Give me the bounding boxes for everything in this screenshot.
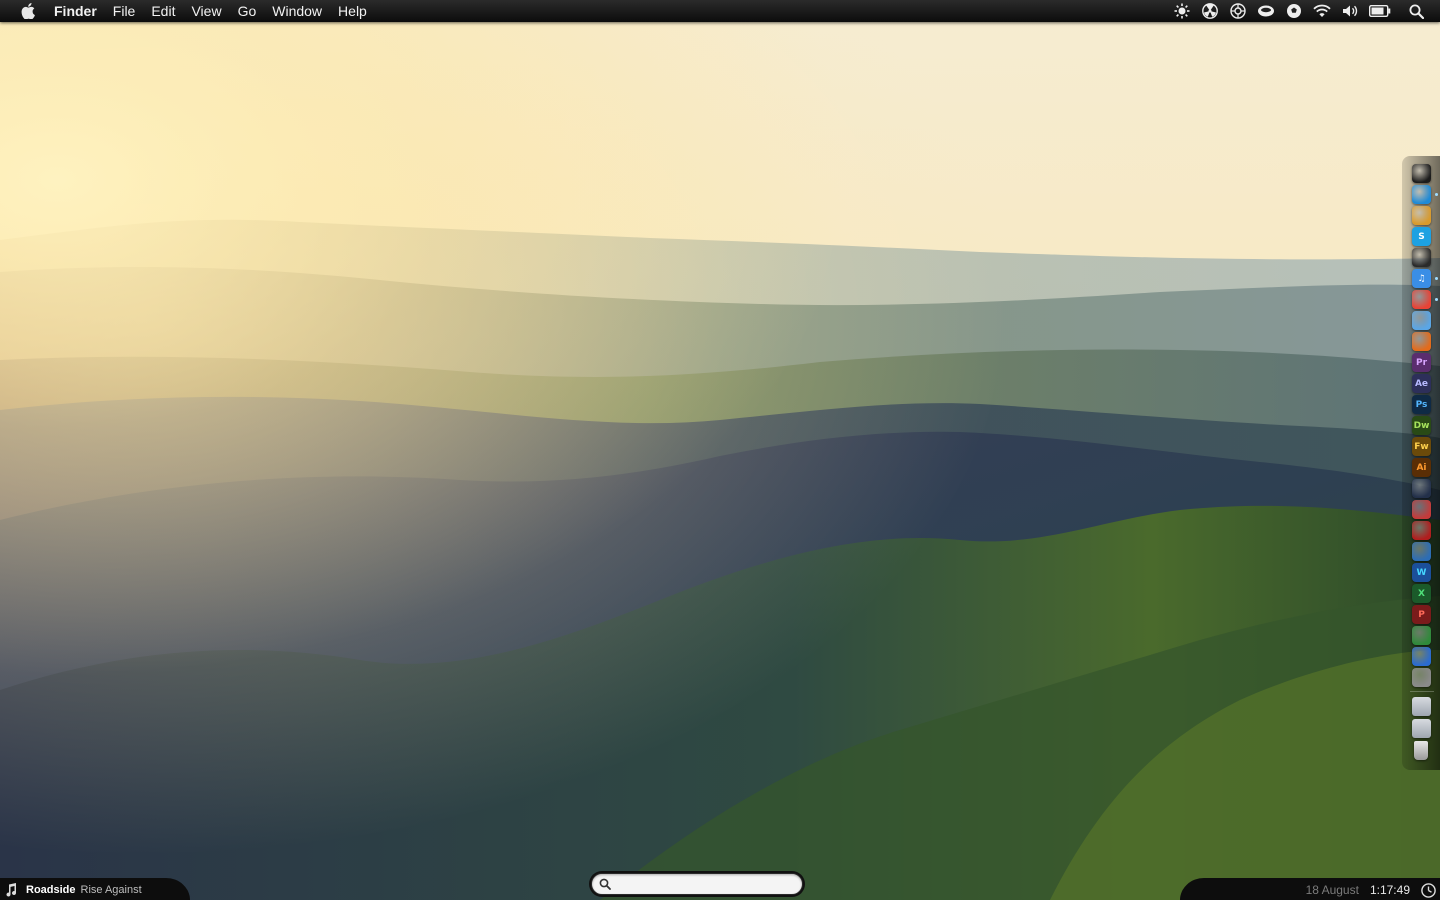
chrome-icon[interactable] xyxy=(1412,290,1431,309)
music-note-icon xyxy=(4,883,18,897)
wifi-icon[interactable] xyxy=(1312,2,1332,20)
film-reel-icon[interactable] xyxy=(1412,248,1431,267)
menu-app-finder[interactable]: Finder xyxy=(46,0,105,22)
trash-icon[interactable] xyxy=(1414,741,1428,760)
sun-icon[interactable] xyxy=(1172,2,1192,20)
now-playing-artist: Rise Against xyxy=(80,884,142,896)
word-icon[interactable]: W xyxy=(1412,563,1431,582)
football-icon[interactable] xyxy=(1284,2,1304,20)
time-label: 1:17:49 xyxy=(1369,883,1410,897)
illustrator-icon[interactable]: Ai xyxy=(1412,458,1431,477)
running-indicator xyxy=(1435,298,1438,301)
excel-icon[interactable]: X xyxy=(1412,584,1431,603)
dock-separator xyxy=(1410,691,1434,692)
running-indicator xyxy=(1435,193,1438,196)
quicktime-icon[interactable] xyxy=(1412,479,1431,498)
apple-menu-icon[interactable] xyxy=(18,1,38,21)
cloud-drive-icon[interactable] xyxy=(1256,2,1276,20)
dock: S ♫ Pr Ae Ps Dw Fw Ai W X P xyxy=(1402,156,1440,770)
now-playing[interactable]: Roadside Rise Against xyxy=(4,882,142,898)
xcode-icon[interactable] xyxy=(1412,647,1431,666)
documents-folder-icon[interactable] xyxy=(1412,697,1431,716)
system-preferences-icon[interactable] xyxy=(1412,668,1431,687)
downloads-folder-icon[interactable] xyxy=(1412,719,1431,738)
volume-icon[interactable] xyxy=(1340,2,1360,20)
safari-icon[interactable] xyxy=(1412,311,1431,330)
running-indicator xyxy=(1435,277,1438,280)
fireworks-icon[interactable]: Fw xyxy=(1412,437,1431,456)
dreamweaver-icon[interactable]: Dw xyxy=(1412,416,1431,435)
itunes-icon[interactable]: ♫ xyxy=(1412,269,1431,288)
spotlight-search-input[interactable] xyxy=(616,875,794,893)
menu-extras xyxy=(1164,0,1440,22)
firefox-icon[interactable] xyxy=(1412,332,1431,351)
menu-file[interactable]: File xyxy=(105,0,144,22)
clock-icon[interactable] xyxy=(1420,882,1436,898)
skype-icon[interactable]: S xyxy=(1412,227,1431,246)
menu-help[interactable]: Help xyxy=(330,0,375,22)
date-label: 18 August xyxy=(1305,883,1359,897)
menu-go[interactable]: Go xyxy=(230,0,265,22)
desktop-wallpaper xyxy=(0,0,1440,900)
photo-booth-icon[interactable] xyxy=(1412,500,1431,519)
magnifier-icon xyxy=(598,877,612,891)
spotlight-icon[interactable] xyxy=(1406,2,1426,20)
stacks-icon[interactable] xyxy=(1412,542,1431,561)
after-effects-icon[interactable]: Ae xyxy=(1412,374,1431,393)
stamp-icon[interactable] xyxy=(1412,521,1431,540)
money-icon[interactable] xyxy=(1412,626,1431,645)
now-playing-song: Roadside xyxy=(26,884,76,896)
radiation-icon[interactable] xyxy=(1200,2,1220,20)
aperture-icon[interactable] xyxy=(1228,2,1248,20)
menu-view[interactable]: View xyxy=(183,0,229,22)
apple-icon[interactable] xyxy=(1412,164,1431,183)
menu-edit[interactable]: Edit xyxy=(143,0,183,22)
clock: 18 August 1:17:49 xyxy=(1306,880,1440,900)
powerpoint-icon[interactable]: P xyxy=(1412,605,1431,624)
menu-window[interactable]: Window xyxy=(264,0,330,22)
photoshop-icon[interactable]: Ps xyxy=(1412,395,1431,414)
menu-bar: Finder File Edit View Go Window Help xyxy=(0,0,1440,22)
spotlight-search xyxy=(591,873,803,895)
battery-icon[interactable] xyxy=(1368,2,1392,20)
premiere-icon[interactable]: Pr xyxy=(1412,353,1431,372)
send-arrow-icon[interactable] xyxy=(1412,185,1431,204)
network-icon[interactable] xyxy=(1412,206,1431,225)
